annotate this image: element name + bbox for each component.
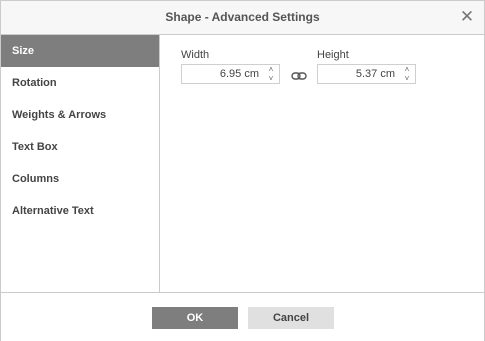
dialog-titlebar[interactable]: Shape - Advanced Settings ✕ [1, 1, 484, 35]
sidebar-item-weights-arrows[interactable]: Weights & Arrows [1, 99, 159, 131]
height-decrement-icon[interactable]: ˅ [399, 74, 415, 83]
link-icon[interactable] [289, 68, 309, 84]
height-spin-arrows: ˄ ˅ [399, 65, 415, 83]
width-spin-arrows: ˄ ˅ [263, 65, 279, 83]
height-input[interactable]: 5.37 cm [318, 65, 397, 83]
sidebar-item-columns[interactable]: Columns [1, 163, 159, 195]
sidebar-item-size[interactable]: Size [1, 35, 159, 67]
close-icon[interactable]: ✕ [458, 8, 476, 26]
dialog-title: Shape - Advanced Settings [165, 10, 320, 24]
width-increment-icon[interactable]: ˄ [263, 65, 279, 74]
width-input[interactable]: 6.95 cm [182, 65, 261, 83]
width-label: Width [181, 49, 210, 61]
dialog-footer: OK Cancel [1, 292, 484, 341]
sidebar-item-text-box[interactable]: Text Box [1, 131, 159, 163]
cancel-button[interactable]: Cancel [248, 307, 334, 329]
size-panel: Width 6.95 cm ˄ ˅ Height 5.37 cm ˄ ˅ [160, 35, 484, 292]
sidebar-item-alternative-text[interactable]: Alternative Text [1, 195, 159, 227]
height-increment-icon[interactable]: ˄ [399, 65, 415, 74]
height-spinner[interactable]: 5.37 cm ˄ ˅ [317, 64, 416, 84]
height-label: Height [317, 49, 349, 61]
advanced-settings-dialog: Shape - Advanced Settings ✕ Size Rotatio… [0, 0, 485, 341]
settings-sidebar: Size Rotation Weights & Arrows Text Box … [1, 35, 160, 292]
sidebar-item-rotation[interactable]: Rotation [1, 67, 159, 99]
width-decrement-icon[interactable]: ˅ [263, 74, 279, 83]
link-icon-graphic [291, 72, 307, 80]
ok-button[interactable]: OK [152, 307, 238, 329]
width-spinner[interactable]: 6.95 cm ˄ ˅ [181, 64, 280, 84]
